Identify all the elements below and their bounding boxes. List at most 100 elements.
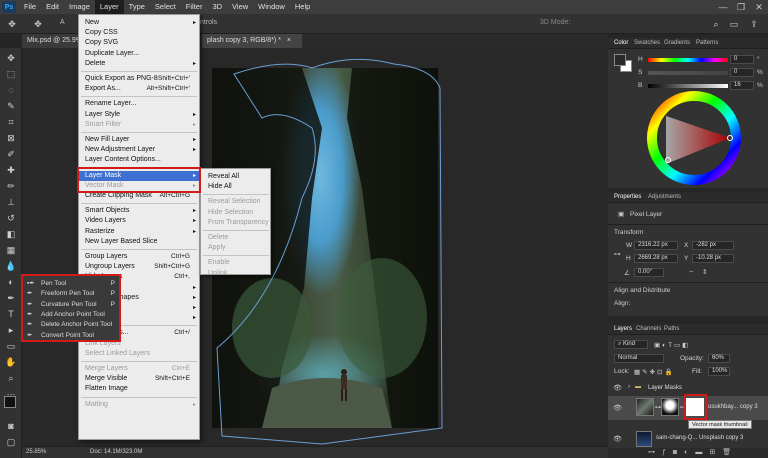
lock-icons[interactable]: ▦✎✥⊡🔒 <box>634 368 675 376</box>
blur-tool-icon[interactable]: 💧 <box>5 260 17 272</box>
crop-tool-icon[interactable]: ⌗ <box>5 116 17 128</box>
visibility-eye-icon[interactable]: 👁 <box>613 384 622 392</box>
zoom-tool-icon[interactable]: ⌕ <box>5 372 17 384</box>
menu-item-new[interactable]: New ▸ <box>79 18 199 28</box>
history-brush-icon[interactable]: ↺ <box>5 212 17 224</box>
menu-item-video-layers[interactable]: Video Layers ▸ <box>79 216 199 226</box>
lasso-tool-icon[interactable]: ◌ <box>5 84 17 96</box>
vector-mask-thumbnail[interactable] <box>686 398 704 416</box>
opacity-field[interactable]: 60% <box>708 354 730 363</box>
submenu-item-unlink[interactable]: Unlink <box>201 269 270 279</box>
eyedropper-icon[interactable]: ✐ <box>5 148 17 160</box>
b-field[interactable]: 16 <box>730 81 754 90</box>
color-wheel[interactable] <box>646 90 746 190</box>
blend-mode-select[interactable]: Normal <box>614 354 664 363</box>
flyout-add-anchor-point-tool[interactable]: ✒ Add Anchor Point Tool <box>27 310 117 320</box>
shape-tool-icon[interactable]: ▭ <box>5 340 17 352</box>
menu-image[interactable]: Image <box>64 0 95 14</box>
h-dim-field[interactable]: 2669.28 px <box>634 254 678 263</box>
menu-item-rasterize[interactable]: Rasterize ▸ <box>79 227 199 237</box>
close-tab-icon[interactable]: × <box>287 37 291 44</box>
tab-adjustments[interactable]: Adjustments <box>648 192 681 203</box>
menu-item-layer-style[interactable]: Layer Style ▸ <box>79 110 199 120</box>
w-field[interactable]: 2316.22 px <box>634 241 678 250</box>
screen-mode-icon[interactable]: ▢ <box>5 436 17 448</box>
menu-layer[interactable]: Layer <box>94 0 124 14</box>
tab-swatches[interactable]: Swatches <box>634 38 660 49</box>
tab-channels[interactable]: Channels <box>636 324 661 335</box>
visibility-eye-icon[interactable]: 👁 <box>613 404 622 412</box>
flyout-pen-tool[interactable]: ▪✒ Pen Tool P <box>27 279 117 289</box>
menu-item-copy-css[interactable]: Copy CSS <box>79 28 199 38</box>
add-mask-icon[interactable]: ◙ <box>673 449 684 456</box>
h-field[interactable]: 0 <box>730 55 754 64</box>
menu-item-rename-layer[interactable]: Rename Layer... <box>79 99 199 109</box>
flyout-delete-anchor-point-tool[interactable]: ✒ Delete Anchor Point Tool <box>27 320 117 330</box>
layer-thumbnail[interactable] <box>636 431 652 447</box>
link-layers-icon[interactable]: ⊶ <box>648 449 662 456</box>
menu-item-smart-filter[interactable]: Smart Filter ▸ <box>79 120 199 130</box>
fill-field[interactable]: 100% <box>708 367 730 376</box>
menu-item-copy-svg[interactable]: Copy SVG <box>79 38 199 48</box>
gradient-tool-icon[interactable]: ▦ <box>5 244 17 256</box>
x-field[interactable]: -282 px <box>692 241 734 250</box>
layer-row[interactable]: 👁 ⊶ ⊶ usukhbay... copy 3 <box>608 396 768 420</box>
menu-item-group-layers[interactable]: Group Layers Ctrl+G <box>79 252 199 262</box>
layer-mask-thumbnail[interactable] <box>661 398 679 416</box>
saturation-slider[interactable] <box>648 71 728 75</box>
menu-filter[interactable]: Filter <box>181 0 208 14</box>
menu-item-vector-mask[interactable]: Vector Mask ▸ <box>79 181 199 191</box>
foreground-swatch[interactable] <box>4 396 16 408</box>
new-layer-icon[interactable]: ⊞ <box>709 449 722 456</box>
menu-item-smart-objects[interactable]: Smart Objects ▸ <box>79 206 199 216</box>
move-options-icon[interactable]: ✥ <box>32 18 44 30</box>
stamp-tool-icon[interactable]: ⊥ <box>5 196 17 208</box>
visibility-eye-icon[interactable]: 👁 <box>613 435 622 443</box>
s-field[interactable]: 0 <box>730 68 754 77</box>
menu-item-merge-visible[interactable]: Merge Visible Shift+Ctrl+E <box>79 374 199 384</box>
menu-item-create-clipping-mask[interactable]: Create Clipping Mask Alt+Ctrl+G <box>79 191 199 201</box>
flyout-convert-point-tool[interactable]: ✒ Convert Point Tool <box>27 331 117 341</box>
menu-item-select-linked-layers[interactable]: Select Linked Layers <box>79 349 199 359</box>
submenu-item-delete[interactable]: Delete <box>201 233 270 243</box>
menu-3d[interactable]: 3D <box>207 0 227 14</box>
search-icon[interactable]: ⌕ <box>710 18 722 30</box>
close-button[interactable]: ✕ <box>750 0 768 14</box>
menu-item-layer-mask[interactable]: Layer Mask ▸ <box>79 170 199 181</box>
share-icon[interactable]: ⇪ <box>748 18 760 30</box>
layer-row[interactable]: 👁 sam-chang-Q... Unsplash copy 3 <box>608 430 768 448</box>
menu-help[interactable]: Help <box>290 0 315 14</box>
tab-properties[interactable]: Properties <box>614 192 641 203</box>
dodge-tool-icon[interactable]: ◐ <box>5 276 17 288</box>
eraser-tool-icon[interactable]: ◧ <box>5 228 17 240</box>
menu-item-quick-export-as-png-8[interactable]: Quick Export as PNG-8 Shift+Ctrl+' <box>79 74 199 84</box>
submenu-item-hide-selection[interactable]: Hide Selection <box>201 208 270 218</box>
flyout-freeform-pen-tool[interactable]: ✒ Freeform Pen Tool P <box>27 289 117 299</box>
fx-icon[interactable]: ƒ <box>662 449 673 456</box>
menu-item-duplicate-layer[interactable]: Duplicate Layer... <box>79 49 199 59</box>
menu-window[interactable]: Window <box>253 0 290 14</box>
move-tool-icon[interactable]: ✥ <box>5 52 17 64</box>
menu-item-delete[interactable]: Delete ▸ <box>79 59 199 69</box>
tab-splash-copy[interactable]: plash copy 3, RGB/8*) * × <box>202 34 302 48</box>
workspace-icon[interactable]: ▭ <box>728 18 740 30</box>
minimize-button[interactable]: — <box>714 0 732 14</box>
new-group-icon[interactable]: ▬ <box>695 449 709 456</box>
zoom-level[interactable]: 25.85% <box>26 449 46 455</box>
submenu-item-from-transparency[interactable]: From Transparency <box>201 218 270 228</box>
menu-file[interactable]: File <box>19 0 41 14</box>
menu-item-new-layer-based-slice[interactable]: New Layer Based Slice <box>79 237 199 247</box>
submenu-item-reveal-all[interactable]: Reveal All <box>201 172 270 182</box>
link-icon[interactable]: ⊶ <box>614 250 621 258</box>
healing-brush-icon[interactable]: ✚ <box>5 164 17 176</box>
expand-chevron-icon[interactable]: › <box>628 384 630 390</box>
menu-item-matting[interactable]: Matting ▸ <box>79 400 199 410</box>
filter-icons[interactable]: ▣◐T▭◧ <box>654 341 690 349</box>
menu-item-export-as[interactable]: Export As... Alt+Shift+Ctrl+' <box>79 84 199 94</box>
menu-item-merge-layers[interactable]: Merge Layers Ctrl+E <box>79 364 199 374</box>
pen-tool-icon[interactable]: ✒ <box>5 292 17 304</box>
adjustment-icon[interactable]: ◐ <box>684 449 695 456</box>
menu-edit[interactable]: Edit <box>41 0 64 14</box>
brush-tool-icon[interactable]: ✏ <box>5 180 17 192</box>
angle-field[interactable]: 0.00° <box>634 268 664 277</box>
